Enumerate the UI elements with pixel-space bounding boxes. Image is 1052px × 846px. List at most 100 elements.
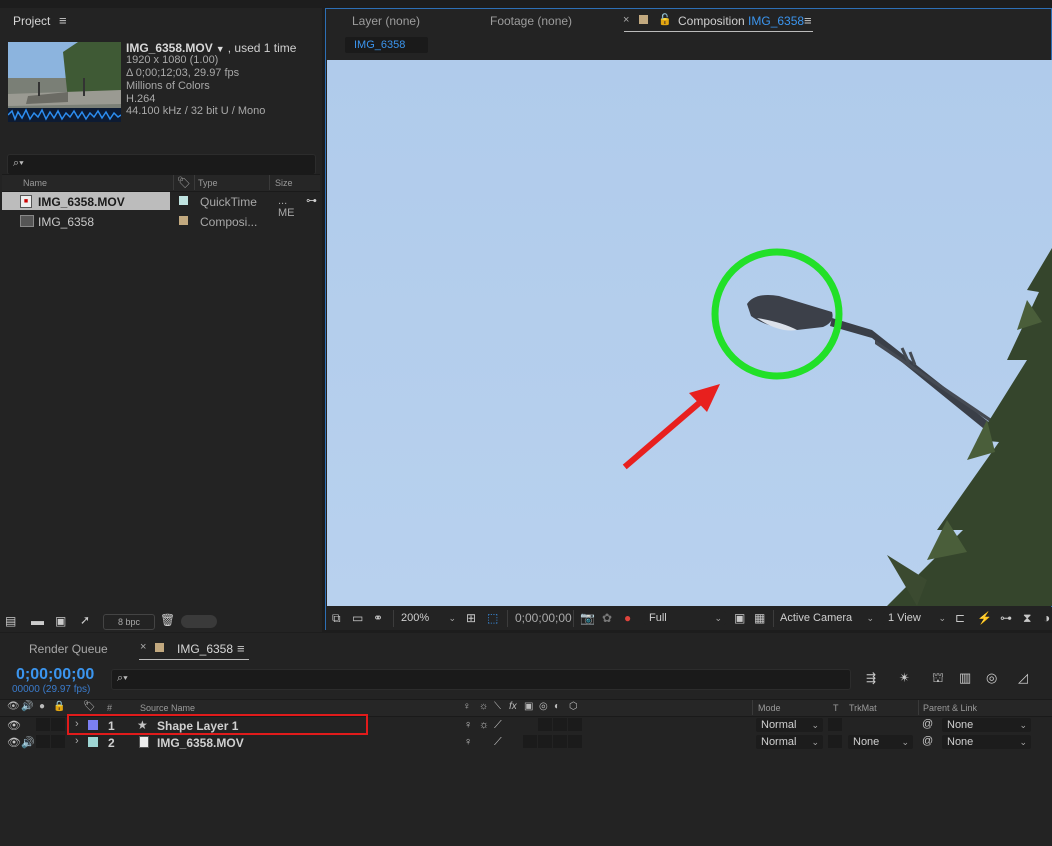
reset-exposure-icon[interactable]: ⧗ — [1023, 611, 1031, 626]
render-rocket-icon[interactable]: ➚ — [80, 613, 90, 627]
color-channels-icon[interactable]: ● — [624, 611, 631, 625]
show-snapshot-icon[interactable]: ✿ — [602, 611, 612, 625]
timeline-layer-row[interactable]: 👁 › 1 ★ Shape Layer 1 ♀ ☼ ⟋ Normal ⌄ @ No… — [0, 714, 1052, 735]
hamburger-icon[interactable]: ≡ — [59, 13, 67, 28]
project-item-row[interactable]: ■ IMG_6358.MOV QuickTime ... ME ⊶ — [2, 192, 317, 219]
quality-icon[interactable]: ⟍ — [494, 701, 501, 712]
column-trkmat[interactable]: TrkMat — [849, 703, 877, 713]
audio-icon[interactable]: 🔊 — [21, 701, 33, 712]
pick-whip-icon[interactable]: @ — [922, 718, 933, 730]
flowchart-icon[interactable]: ⊶ — [306, 194, 317, 207]
frame-blending-icon[interactable]: ▥ — [959, 670, 971, 686]
motion-blur-switch[interactable] — [538, 735, 552, 748]
mask-visibility-icon[interactable]: ⚭ — [373, 611, 383, 625]
quality-icon[interactable]: ⟋ — [494, 719, 502, 732]
motion-blur-icon[interactable]: ◎ — [986, 670, 997, 686]
label-tag-icon[interactable]: 🏷 — [83, 701, 96, 712]
tab-render-queue[interactable]: Render Queue — [29, 642, 108, 656]
toggle-pixel-aspect-icon[interactable]: ⊏ — [955, 611, 965, 625]
preserve-transparency-switch[interactable] — [828, 718, 842, 731]
new-folder-icon[interactable]: ▬ — [31, 613, 44, 628]
pick-whip-icon[interactable]: @ — [922, 735, 933, 747]
label-swatch[interactable] — [179, 196, 188, 205]
eye-icon[interactable]: 👁 — [7, 701, 20, 712]
quality-icon[interactable]: ⟋ — [494, 736, 502, 749]
label-tag-icon[interactable]: 🏷 — [177, 176, 191, 189]
parent-dropdown[interactable]: None ⌄ — [942, 735, 1031, 749]
monitor-icon[interactable]: ▭ — [352, 611, 363, 625]
column-name[interactable]: Name — [23, 178, 47, 188]
tab-layer[interactable]: Layer (none) — [352, 14, 420, 28]
exposure-icon[interactable]: ◑ — [1043, 611, 1050, 625]
collapse-icon[interactable]: ☼ — [479, 719, 489, 731]
solo-icon[interactable]: ● — [39, 701, 45, 712]
3d-switch[interactable] — [568, 735, 582, 748]
region-of-interest-icon[interactable]: ▣ — [734, 611, 745, 625]
timeline-search-input[interactable]: ⌕▾ — [111, 669, 851, 690]
shy-icon[interactable]: ♀ — [463, 701, 471, 712]
preserve-transparency-switch[interactable] — [828, 735, 842, 748]
column-parent[interactable]: Parent & Link — [923, 703, 977, 713]
snapshot-camera-icon[interactable]: 📷 — [580, 611, 595, 625]
hamburger-icon[interactable]: ≡ — [804, 13, 812, 28]
shy-icon[interactable]: ♀ — [464, 736, 472, 748]
frame-blend-switch[interactable] — [523, 735, 537, 748]
draft-3d-icon[interactable]: ✴ — [899, 670, 910, 686]
tab-composition[interactable]: Composition IMG_6358 — [678, 14, 804, 28]
project-search-input[interactable]: ⌕▾ — [7, 154, 316, 175]
adjustment-switch[interactable] — [553, 735, 567, 748]
3d-layer-icon[interactable]: ⬡ — [569, 701, 578, 712]
close-icon[interactable]: × — [140, 641, 146, 653]
resolution-dropdown[interactable]: Full ⌄ — [644, 611, 726, 625]
frame-blend-icon[interactable]: ▣ — [524, 701, 533, 712]
new-composition-icon[interactable]: ▣ — [55, 614, 66, 628]
lock-icon[interactable]: 🔒 — [53, 701, 65, 712]
adjustment-switch[interactable] — [553, 718, 567, 731]
always-preview-icon[interactable]: ⧉ — [332, 611, 341, 626]
shy-layers-icon[interactable]: ⛫ — [932, 670, 944, 688]
solo-switch[interactable] — [36, 718, 50, 731]
chevron-right-icon[interactable]: › — [75, 735, 79, 747]
collapse-icon[interactable]: ☼ — [479, 701, 488, 712]
parent-dropdown[interactable]: None ⌄ — [942, 718, 1031, 732]
tab-timeline-comp[interactable]: IMG_6358 — [177, 642, 233, 656]
composition-canvas[interactable] — [327, 60, 1052, 606]
3d-switch[interactable] — [568, 718, 582, 731]
adjustment-layer-icon[interactable]: ◐ — [554, 701, 560, 712]
solo-switch[interactable] — [36, 735, 50, 748]
graph-editor-icon[interactable]: ◿ — [1018, 670, 1028, 686]
timeline-timecode[interactable]: 0;00;00;00 — [16, 666, 94, 684]
lock-switch[interactable] — [51, 735, 65, 748]
motion-blur-icon[interactable]: ◎ — [539, 701, 548, 712]
lock-icon[interactable]: 🔓 — [658, 13, 672, 26]
transparency-grid-icon[interactable]: ⬚ — [487, 611, 498, 625]
column-t[interactable]: T — [833, 703, 839, 713]
tab-footage[interactable]: Footage (none) — [490, 14, 572, 28]
lock-switch[interactable] — [51, 718, 65, 731]
audio-icon[interactable]: 🔊 — [21, 736, 35, 749]
bit-depth-button[interactable]: 8 bpc — [103, 614, 155, 630]
eye-icon[interactable]: 👁 — [7, 736, 21, 749]
eye-icon[interactable]: 👁 — [7, 719, 21, 732]
camera-dropdown[interactable]: Active Camera ⌄ — [775, 611, 878, 625]
checkerboard-icon[interactable]: ▦ — [754, 611, 765, 625]
timeline-layer-row[interactable]: 👁 🔊 › 2 IMG_6358.MOV ♀ ⟋ Normal ⌄ None ⌄ @… — [0, 734, 1052, 750]
blend-mode-dropdown[interactable]: Normal ⌄ — [756, 735, 823, 749]
effects-fx-icon[interactable]: fx — [509, 701, 517, 712]
shy-icon[interactable]: ♀ — [464, 719, 472, 731]
fast-previews-icon[interactable]: ⚡ — [977, 611, 992, 625]
thumbnail-transparency-toggle[interactable] — [181, 615, 217, 628]
column-source-name[interactable]: Source Name — [140, 703, 195, 713]
layer-label-color[interactable] — [88, 737, 98, 747]
blend-mode-dropdown[interactable]: Normal ⌄ — [756, 718, 823, 732]
safe-margins-icon[interactable]: ⊞ — [466, 611, 476, 625]
trash-icon[interactable]: 🗑 — [160, 613, 175, 627]
chevron-down-icon[interactable]: ▼ — [216, 44, 225, 54]
project-tab[interactable]: Project — [13, 14, 50, 28]
motion-blur-switch[interactable] — [538, 718, 552, 731]
comp-breadcrumb[interactable]: IMG_6358 — [345, 37, 428, 53]
close-icon[interactable]: × — [623, 14, 629, 26]
interpret-footage-icon[interactable]: ▤ — [5, 614, 16, 628]
track-matte-dropdown[interactable]: None ⌄ — [848, 735, 913, 749]
label-swatch[interactable] — [179, 216, 188, 225]
